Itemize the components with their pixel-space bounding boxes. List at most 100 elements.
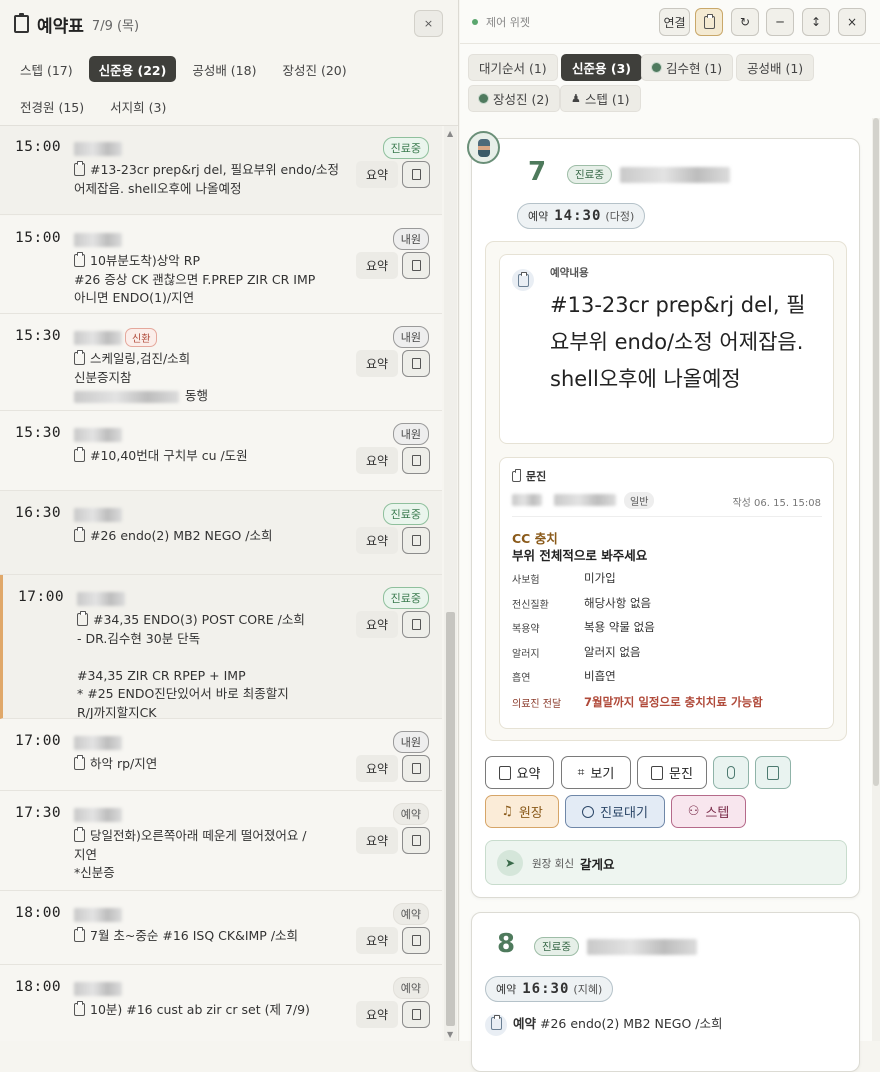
users-icon: ⚇: [687, 804, 700, 819]
munjin-key: 흡연: [512, 673, 531, 684]
clipboard-button[interactable]: [402, 350, 430, 377]
appointment-time: 18:00: [15, 905, 62, 921]
appointment-time: 15:30: [15, 425, 62, 441]
btn-label: 보기: [590, 767, 615, 782]
clipboard-button[interactable]: [402, 755, 430, 782]
appointment-row[interactable]: 15:30 내원 #10,40번대 구치부 cu /도원 요약: [0, 411, 442, 491]
note-text: 10뷰분도착)상악 RP #26 증상 CK 괜찮으면 F.PREP ZIR C…: [74, 253, 316, 305]
summary-button[interactable]: 요약: [356, 611, 398, 638]
summary-button[interactable]: 요약: [356, 161, 398, 188]
summary-button[interactable]: 요약: [485, 756, 554, 789]
summary-button[interactable]: 요약: [356, 252, 398, 279]
appointment-row[interactable]: 15:00 진료중 #13-23cr prep&rj del, 필요부위 endo/…: [0, 126, 442, 215]
summary-button[interactable]: 요약: [356, 827, 398, 854]
patient-card[interactable]: 8 진료중 예약 16:30 (지혜) 예약 #26 endo(2) MB2 N…: [471, 912, 860, 1072]
clipboard-button[interactable]: [402, 252, 430, 279]
clipboard-button[interactable]: [402, 927, 430, 954]
tab-label: 스텝 (1): [584, 92, 630, 107]
widget-title: 제어 위젯: [486, 15, 530, 29]
close-widget-button[interactable]: ×: [838, 8, 866, 36]
doctor-tabs: 스텝 (17) 신준용 (22) 공성배 (18) 장성진 (20) 전경원 (15) 서…: [0, 48, 458, 126]
patient-card[interactable]: 7 진료중 예약 14:30 (다정) 예약내용 #13-23cr prep&r…: [471, 138, 860, 898]
clipboard-button[interactable]: [402, 447, 430, 474]
summary-button[interactable]: 요약: [356, 350, 398, 377]
schedule-title: 예약표: [37, 16, 84, 37]
tab-doctor[interactable]: 전경원 (15): [10, 94, 94, 120]
scrollbar-thumb[interactable]: [873, 118, 879, 786]
close-button[interactable]: ×: [414, 10, 443, 37]
scroll-up-arrow-icon[interactable]: ▲: [447, 129, 453, 138]
clipboard-button[interactable]: [402, 1001, 430, 1028]
clipboard-icon: [74, 1001, 85, 1016]
munjin-key: 복용약: [512, 624, 540, 635]
clipboard-button[interactable]: [402, 611, 430, 638]
note-text: 당일전화)오른쪽아래 떼운게 떨어졌어요 / 지연 *신분증: [74, 828, 307, 880]
view-button[interactable]: ⌗ 보기: [561, 756, 631, 789]
appointment-row[interactable]: 18:00 예약 7월 초~중순 #16 ISQ CK&IMP /소희 요약: [0, 891, 442, 965]
companion-name: [74, 390, 179, 403]
control-widget: 제어 위젯 연결 ↻ ─ ↕ × 대기순서 (1) 신준용 (3) 김수현 (1…: [460, 0, 880, 1072]
munjin-button[interactable]: 문진: [637, 756, 707, 789]
note-button[interactable]: [755, 756, 791, 789]
tab-waiting[interactable]: 대기순서 (1): [468, 54, 558, 81]
clipboard-icon: [74, 827, 85, 842]
munjin-key: 사보험: [512, 575, 540, 586]
summary-button[interactable]: 요약: [356, 447, 398, 474]
tab-jang-seongjin[interactable]: 장성진 (2): [468, 85, 561, 112]
appointment-row[interactable]: 16:30 진료중 #26 endo(2) MB2 NEGO /소희 요약: [0, 491, 442, 575]
patient-name: [77, 592, 125, 606]
minimize-button[interactable]: ─: [766, 8, 794, 36]
status-badge: 내원: [392, 326, 429, 348]
clipboard-button[interactable]: [402, 827, 430, 854]
patient-name: [512, 494, 542, 506]
content-label: 예약: [513, 1016, 537, 1031]
note-text: 10분) #16 cust ab zir cr set (제 7/9): [90, 1002, 310, 1017]
waiting-button[interactable]: 진료대기: [565, 795, 665, 828]
munjin-header: 문진: [512, 468, 546, 484]
tab-gong-seongbae[interactable]: 공성배 (1): [736, 54, 815, 81]
appointment-row[interactable]: 18:00 예약 10분) #16 cust ab zir cr set (제 7/…: [0, 965, 442, 1041]
appointment-row[interactable]: 17:00 진료중 #34,35 ENDO(3) POST CORE /소희 - D…: [0, 575, 442, 720]
appointment-row[interactable]: 15:30 신환 내원 스케일링,검진/소희 신분증지참 동행 요약: [0, 314, 442, 411]
summary-button[interactable]: 요약: [356, 755, 398, 782]
status-badge: 진료중: [382, 587, 429, 609]
document-icon: [512, 469, 521, 482]
widget-scrollbar[interactable]: [872, 118, 880, 1041]
connect-button[interactable]: 연결: [659, 8, 690, 36]
appointment-row[interactable]: 17:30 예약 당일전화)오른쪽아래 떼운게 떨어졌어요 / 지연 *신분증 요약: [0, 791, 442, 891]
send-icon: ➤: [497, 850, 523, 876]
tab-doctor[interactable]: 서지희 (3): [100, 94, 176, 120]
btn-label: 스텝: [705, 806, 730, 821]
appointment-row[interactable]: 17:00 내원 하악 rp/지연 요약: [0, 719, 442, 791]
tab-doctor[interactable]: 장성진 (20): [272, 56, 356, 82]
status-badge: 예약: [392, 903, 429, 925]
mic-button[interactable]: [713, 756, 749, 789]
scroll-down-arrow-icon[interactable]: ▼: [447, 1030, 453, 1039]
note-text: 스케일링,검진/소희 신분증지참: [74, 351, 191, 385]
summary-button[interactable]: 요약: [356, 1001, 398, 1028]
tab-doctor[interactable]: 스텝 (17): [10, 56, 83, 82]
scrollbar[interactable]: ▲ ▼: [444, 126, 457, 1041]
btn-label: 원장: [518, 806, 543, 821]
tab-doctor[interactable]: 신준용 (22): [88, 56, 177, 82]
summary-button[interactable]: 요약: [356, 927, 398, 954]
clipboard-button[interactable]: [402, 161, 430, 188]
content-text: #26 endo(2) MB2 NEGO /소희: [540, 1016, 723, 1031]
clipboard-button[interactable]: [402, 527, 430, 554]
tab-doctor[interactable]: 공성배 (18): [182, 56, 266, 82]
tab-kim-suhyeon[interactable]: 김수현 (1): [641, 54, 734, 81]
summary-button[interactable]: 요약: [356, 527, 398, 554]
appointment-time: 17:30: [15, 805, 62, 821]
appt-by: (다정): [605, 210, 635, 223]
appointment-row[interactable]: 15:00 내원 10뷰분도착)상악 RP #26 증상 CK 괜찮으면 F.PRE…: [0, 216, 442, 314]
tab-shin-junyong[interactable]: 신준용 (3): [561, 54, 642, 81]
clipboard-toggle-button[interactable]: [695, 8, 723, 36]
staff-button[interactable]: ⚇ 스텝: [671, 795, 746, 828]
scrollbar-thumb[interactable]: [446, 612, 455, 1026]
tab-staff[interactable]: ♟ 스텝 (1): [560, 85, 641, 112]
clipboard-icon: [74, 161, 85, 176]
director-button[interactable]: ♫ 원장: [485, 795, 559, 828]
resize-button[interactable]: ↕: [802, 8, 830, 36]
divider: [512, 516, 822, 517]
refresh-button[interactable]: ↻: [731, 8, 759, 36]
